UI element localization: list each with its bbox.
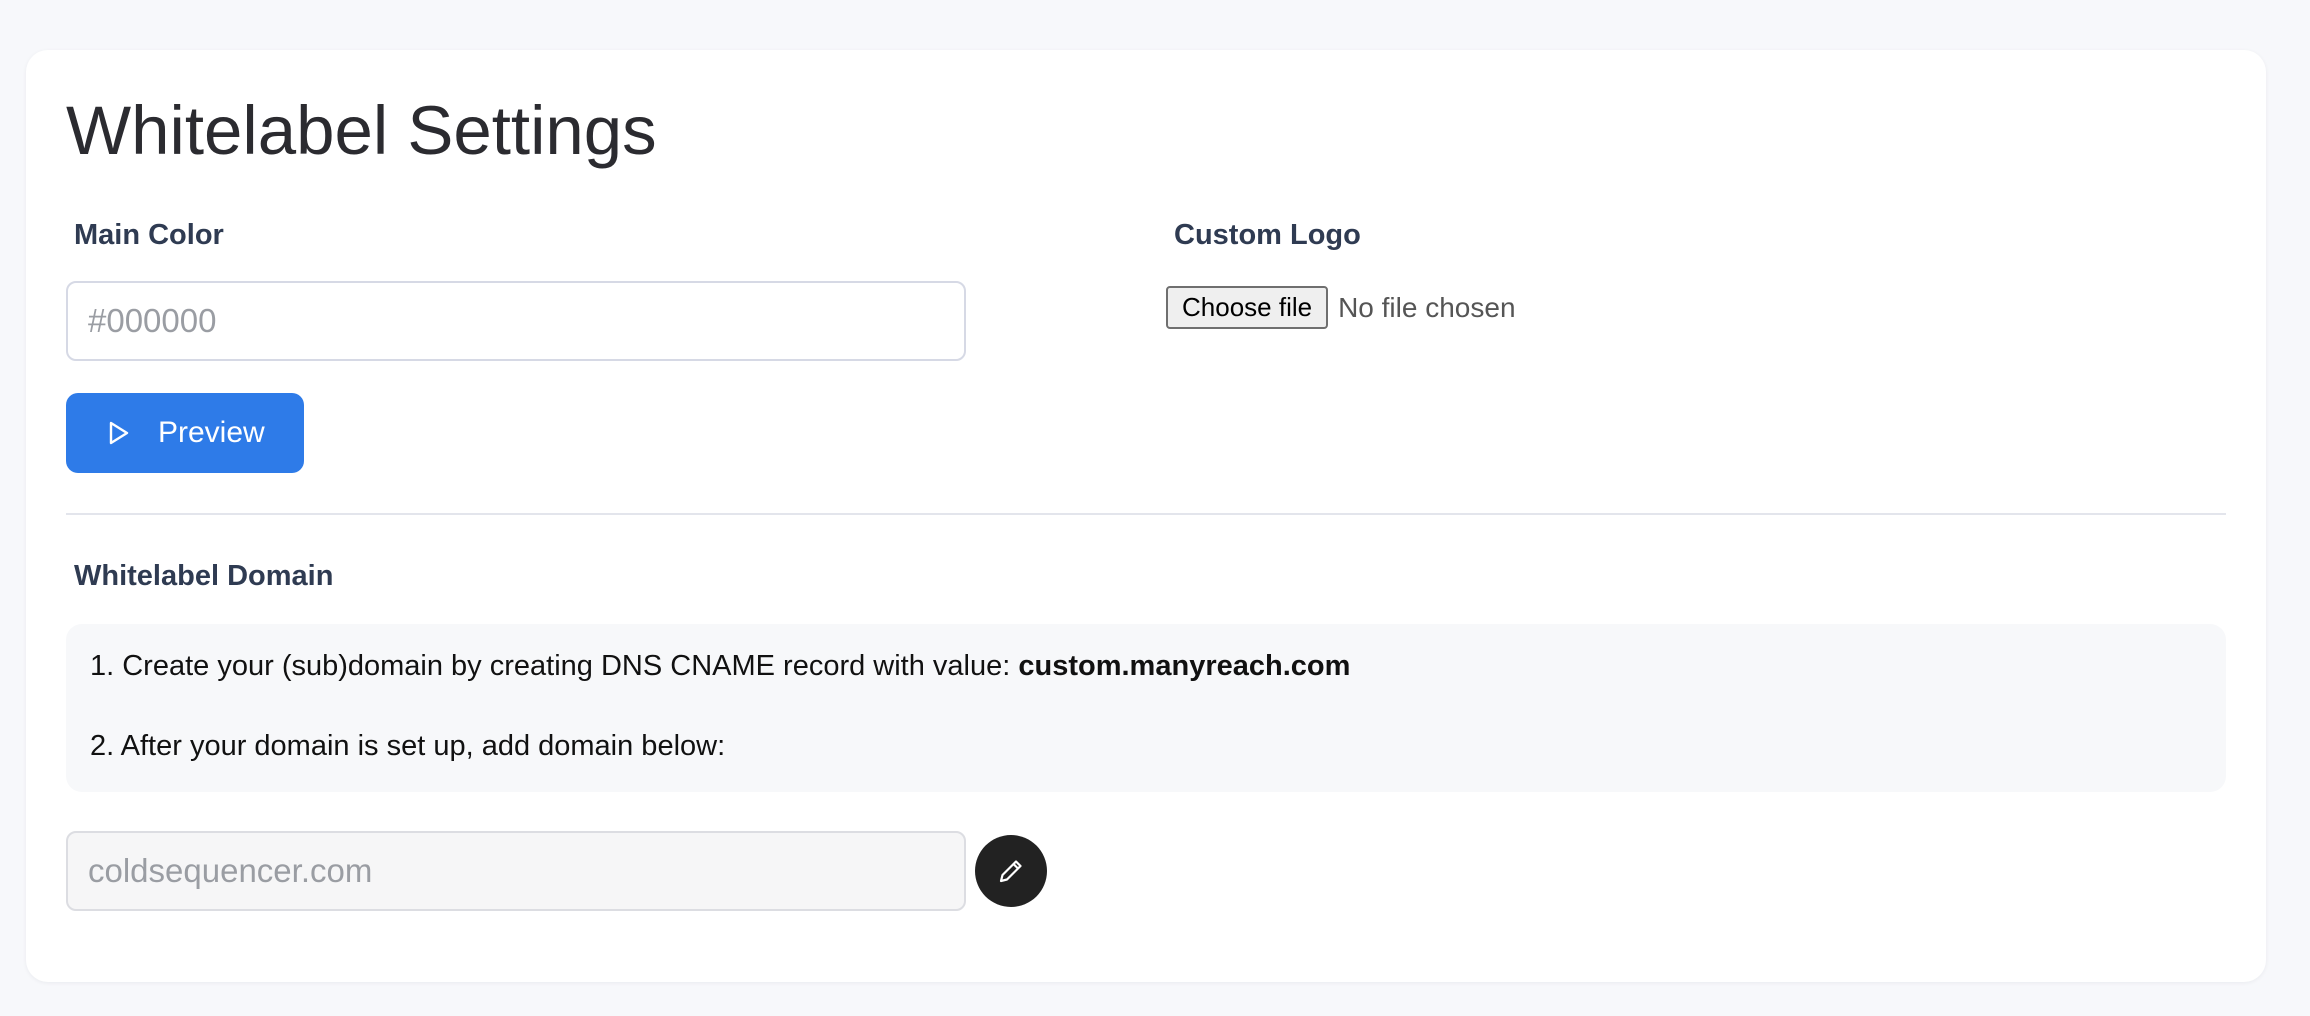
whitelabel-domain-label: Whitelabel Domain bbox=[74, 560, 334, 592]
pencil-icon bbox=[996, 856, 1026, 886]
edit-domain-button[interactable] bbox=[975, 835, 1047, 907]
main-color-input[interactable] bbox=[66, 281, 966, 361]
play-outline-icon bbox=[108, 420, 130, 446]
choose-file-button[interactable]: Choose file bbox=[1166, 286, 1329, 329]
section-divider bbox=[66, 513, 2226, 515]
page-title: Whitelabel Settings bbox=[66, 92, 657, 169]
preview-button-label: Preview bbox=[158, 416, 265, 449]
preview-button[interactable]: Preview bbox=[66, 393, 304, 473]
instruction-step-1-text: 1. Create your (sub)domain by creating D… bbox=[90, 650, 1019, 682]
custom-logo-label: Custom Logo bbox=[1174, 219, 1361, 251]
instruction-step-2: 2. After your domain is set up, add doma… bbox=[90, 730, 726, 762]
domain-instructions: 1. Create your (sub)domain by creating D… bbox=[66, 624, 2226, 792]
domain-input[interactable] bbox=[66, 831, 966, 911]
whitelabel-settings-card: Whitelabel Settings Main Color Preview C… bbox=[26, 50, 2266, 982]
main-color-label: Main Color bbox=[74, 219, 224, 251]
instruction-step-1: 1. Create your (sub)domain by creating D… bbox=[90, 650, 1350, 683]
custom-logo-file-input: Choose file No file chosen bbox=[1166, 286, 1516, 329]
cname-value: custom.manyreach.com bbox=[1018, 650, 1351, 682]
file-status-text: No file chosen bbox=[1338, 291, 1516, 323]
